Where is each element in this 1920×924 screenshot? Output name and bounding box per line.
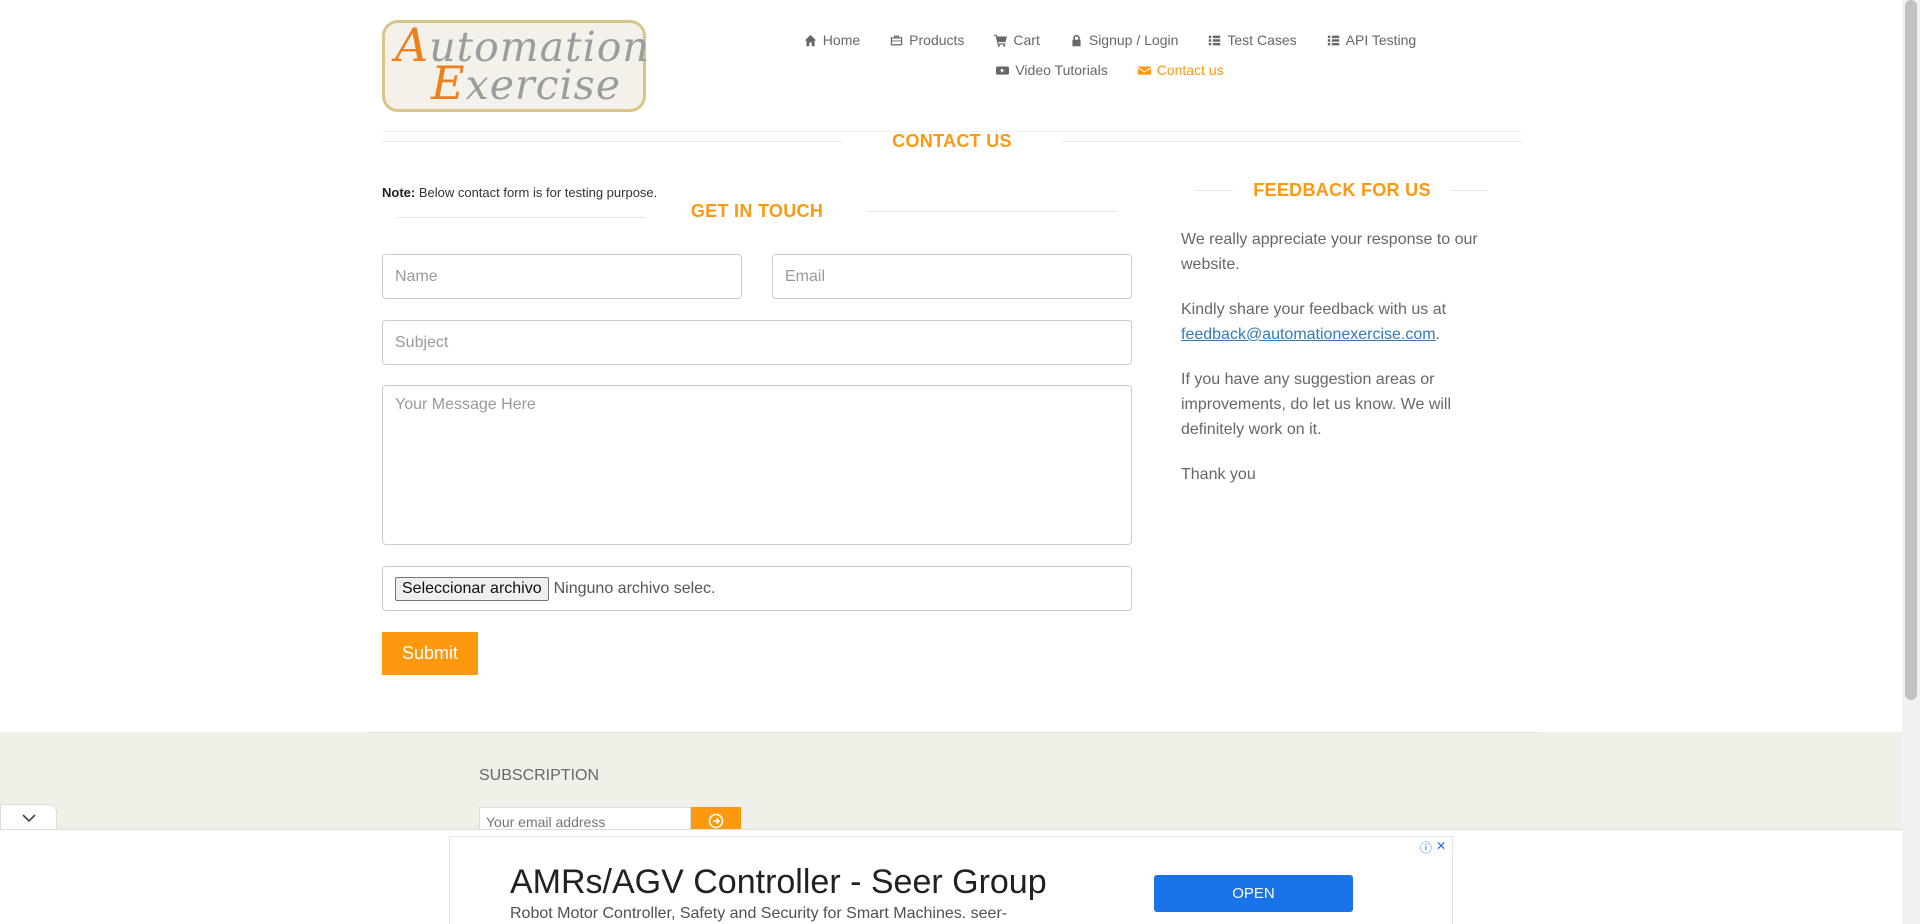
lock-icon	[1072, 34, 1081, 46]
ad-open-button[interactable]: OPEN	[1154, 875, 1353, 912]
subject-input[interactable]	[382, 320, 1132, 365]
nav-video-label: Video Tutorials	[1015, 62, 1108, 78]
ad-collapse-toggle[interactable]	[0, 804, 57, 830]
site-logo[interactable]: Automation Exercise	[382, 18, 649, 112]
logo-cap-e: E	[431, 56, 466, 110]
nav-home[interactable]: Home	[789, 30, 875, 50]
divider	[1061, 141, 1523, 142]
nav-contact-us[interactable]: Contact us	[1123, 60, 1239, 80]
products-icon	[890, 35, 903, 45]
feedback-p3: If you have any suggestion areas or impr…	[1181, 371, 1452, 438]
cart-icon	[994, 34, 1008, 47]
nav-test-cases-label: Test Cases	[1227, 32, 1297, 48]
nav-products[interactable]: Products	[875, 30, 979, 50]
arrow-circle-right-icon	[708, 813, 724, 828]
scrollbar-thumb[interactable]	[1905, 0, 1917, 700]
nav-signup-login[interactable]: Signup / Login	[1055, 30, 1194, 50]
message-textarea[interactable]	[382, 385, 1132, 545]
list-icon	[1327, 35, 1339, 45]
note-label: Note:	[382, 185, 416, 200]
feedback-p2: Kindly share your feedback with us at fe…	[1181, 297, 1491, 347]
close-icon[interactable]: ✕	[1436, 839, 1446, 856]
ad-controls: ⓘ ✕	[1420, 839, 1446, 856]
submit-button[interactable]: Submit	[382, 632, 478, 675]
file-upload-field: Seleccionar archivo Ninguno archivo sele…	[382, 566, 1132, 611]
page-title-wrap: CONTACT US	[382, 131, 1523, 152]
nav-signup-label: Signup / Login	[1088, 32, 1179, 48]
divider	[868, 211, 1117, 212]
divider	[1450, 190, 1489, 191]
nav-cart-label: Cart	[1013, 32, 1040, 48]
youtube-icon	[996, 65, 1010, 75]
choose-file-button[interactable]: Seleccionar archivo	[395, 576, 549, 601]
nav-api-testing[interactable]: API Testing	[1312, 30, 1432, 50]
form-note: Note: Below contact form is for testing …	[382, 185, 657, 200]
home-icon	[804, 34, 816, 46]
name-input[interactable]	[382, 254, 742, 299]
info-icon[interactable]: ⓘ	[1420, 839, 1432, 856]
feedback-p2-suffix: .	[1435, 326, 1441, 343]
divider	[1196, 190, 1234, 191]
nav-test-cases[interactable]: Test Cases	[1193, 30, 1311, 50]
chevron-down-icon	[21, 813, 36, 822]
page-title: CONTACT US	[892, 131, 1012, 151]
divider	[382, 141, 843, 142]
ad-content[interactable]: ⓘ ✕ AMRs/AGV Controller - Seer Group Rob…	[449, 836, 1453, 924]
feedback-p2-prefix: Kindly share your feedback with us at	[1181, 301, 1447, 318]
nav-cart[interactable]: Cart	[979, 30, 1054, 50]
get-in-touch-wrap: GET IN TOUCH	[397, 201, 1117, 222]
feedback-title: FEEDBACK FOR US	[1253, 180, 1431, 200]
note-text: Below contact form is for testing purpos…	[415, 185, 658, 200]
ad-description: Robot Motor Controller, Safety and Secur…	[510, 905, 1008, 922]
envelope-icon	[1137, 65, 1151, 75]
nav-products-label: Products	[909, 32, 965, 48]
page-scrollbar[interactable]	[1902, 0, 1920, 924]
nav-video-tutorials[interactable]: Video Tutorials	[981, 60, 1122, 80]
logo-cap-a: A	[395, 18, 430, 72]
footer-divider	[368, 732, 1538, 733]
ad-title[interactable]: AMRs/AGV Controller - Seer Group	[510, 863, 1047, 902]
subscription-title: SUBSCRIPTION	[479, 767, 600, 784]
nav-api-testing-label: API Testing	[1345, 32, 1417, 48]
file-status: Ninguno archivo selec.	[553, 579, 716, 597]
email-input[interactable]	[772, 254, 1132, 299]
logo-text-2: xercise	[465, 61, 621, 109]
ad-banner: ⓘ ✕ AMRs/AGV Controller - Seer Group Rob…	[0, 829, 1902, 924]
feedback-email-link[interactable]: feedback@automationexercise.com	[1181, 326, 1436, 343]
nav-home-label: Home	[822, 32, 861, 48]
feedback-content: We really appreciate your response to ou…	[1181, 227, 1491, 507]
main-nav: Home Products Cart Signup / Login Test C…	[760, 30, 1460, 80]
feedback-p1: We really appreciate your response to ou…	[1181, 231, 1478, 273]
feedback-title-wrap: FEEDBACK FOR US	[1196, 180, 1489, 201]
get-in-touch-title: GET IN TOUCH	[690, 201, 824, 221]
list-icon	[1209, 35, 1221, 45]
divider	[397, 217, 646, 218]
nav-contact-label: Contact us	[1156, 62, 1224, 78]
feedback-p4: Thank you	[1181, 466, 1256, 483]
